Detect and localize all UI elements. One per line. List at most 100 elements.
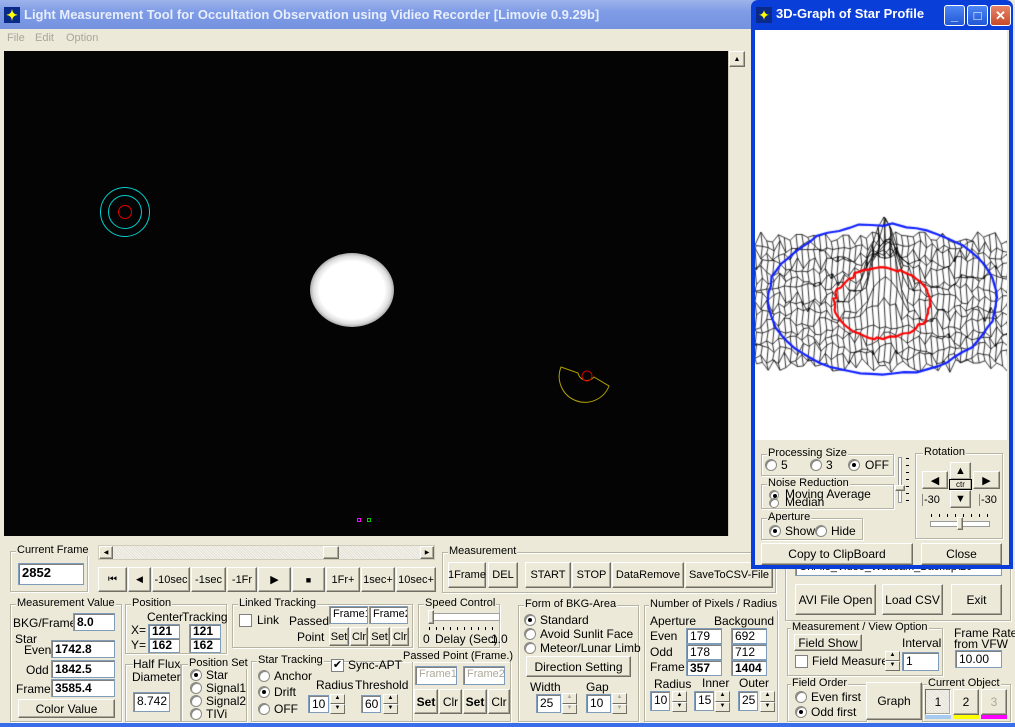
del-button[interactable]: DEL <box>488 562 518 588</box>
linked-clr2-button[interactable]: Clr <box>391 627 409 646</box>
rotate-right-button[interactable]: ▶ <box>973 471 1000 489</box>
bkg-width-input[interactable]: 25 <box>536 694 561 713</box>
aperture-hide-radio[interactable] <box>815 525 827 537</box>
scroll-right-icon[interactable]: ▶ <box>420 546 434 559</box>
bkg-gap-input[interactable]: 10 <box>586 694 611 713</box>
even-first-radio[interactable] <box>795 691 807 703</box>
field-measure-checkbox[interactable] <box>795 655 808 668</box>
bkg-width-spinner[interactable]: ▲ ▼ <box>562 693 577 714</box>
direction-setting-button[interactable]: Direction Setting <box>526 656 631 677</box>
sync-apt-checkbox[interactable]: ✔ <box>331 659 344 672</box>
scroll-left-icon[interactable]: ◀ <box>99 546 113 559</box>
tracking-off-radio[interactable] <box>258 703 270 715</box>
exit-button[interactable]: Exit <box>951 584 1002 615</box>
passed-set2-button[interactable]: Set <box>463 689 487 714</box>
interval-spinner[interactable]: ▲ ▼ <box>885 651 900 671</box>
minimize-icon[interactable]: _ <box>944 5 965 26</box>
link-checkbox[interactable] <box>239 614 252 627</box>
start-button[interactable]: START <box>525 562 571 588</box>
color-value-button[interactable]: Color Value <box>18 699 115 718</box>
object-2-button[interactable]: 2 <box>953 689 979 715</box>
avi-file-open-button[interactable]: AVI File Open <box>795 584 876 615</box>
field-show-button[interactable]: Field Show <box>794 634 862 651</box>
minus-1sec-button[interactable]: -1sec <box>191 567 226 592</box>
graph-close-button[interactable]: Close <box>921 543 1002 565</box>
processing-size-off-radio[interactable] <box>848 459 860 471</box>
minus-1frame-button[interactable]: -1Fr <box>227 567 257 592</box>
tracking-radius-spinner[interactable]: ▲ ▼ <box>330 694 345 714</box>
menu-option[interactable]: Option <box>66 32 98 44</box>
passed-clr1-button[interactable]: Clr <box>439 689 462 714</box>
aperture-radius-input[interactable]: 10 <box>650 691 670 711</box>
plus-10sec-button[interactable]: 10sec+ <box>396 567 436 592</box>
passed-clr2-button[interactable]: Clr <box>488 689 510 714</box>
aperture-radius-spinner[interactable]: ▲ ▼ <box>672 691 687 712</box>
speed-slider-thumb[interactable] <box>428 610 434 624</box>
copy-to-clipboard-button[interactable]: Copy to ClipBoard <box>761 543 913 565</box>
plus-1frame-button[interactable]: 1Fr+ <box>326 567 360 592</box>
load-csv-button[interactable]: Load CSV <box>882 584 943 615</box>
bkg-meteor-radio[interactable] <box>524 642 536 654</box>
play-button[interactable]: ▶ <box>258 567 291 592</box>
frame-slider-thumb[interactable] <box>323 546 339 559</box>
first-frame-button[interactable]: ⏮ <box>98 567 127 592</box>
stop-button[interactable]: ■ <box>292 567 325 592</box>
stop-measure-button[interactable]: STOP <box>572 562 611 588</box>
tracking-threshold-spinner[interactable]: ▲ ▼ <box>383 694 398 714</box>
maximize-icon[interactable]: □ <box>967 5 988 26</box>
tracking-radius-input[interactable]: 10 <box>308 695 329 713</box>
frame-slider-scrollbar[interactable]: ◀ ▶ <box>98 545 435 560</box>
tracking-drift-radio[interactable] <box>258 686 270 698</box>
aperture-show-radio[interactable] <box>769 525 781 537</box>
passed-frame2-input[interactable]: Frame2 <box>463 666 505 685</box>
interval-input[interactable]: 1 <box>902 652 939 671</box>
plus-1sec-button[interactable]: 1sec+ <box>361 567 395 592</box>
linked-set1-button[interactable]: Set <box>329 627 349 646</box>
linked-frame2-input[interactable]: Frame2 <box>369 606 408 624</box>
tracking-threshold-input[interactable]: 60 <box>361 695 381 713</box>
position-set-tivi-radio[interactable] <box>190 708 202 720</box>
median-radio[interactable] <box>769 498 779 508</box>
menu-file[interactable]: File <box>7 32 25 44</box>
passed-frame1-input[interactable]: Frame1 <box>415 666 457 685</box>
rotation-slider-thumb[interactable] <box>957 517 963 530</box>
processing-size-3-radio[interactable] <box>810 459 822 471</box>
rotate-down-button[interactable]: ▼ <box>950 490 971 508</box>
tracking-anchor-radio[interactable] <box>258 670 270 682</box>
bkg-gap-spinner[interactable]: ▲ ▼ <box>612 693 627 714</box>
rotate-up-button[interactable]: ▲ <box>950 462 971 480</box>
rotate-center-button[interactable]: ctr <box>949 479 972 490</box>
video-vertical-scrollbar[interactable]: ▲ <box>728 51 745 536</box>
linked-clr1-button[interactable]: Clr <box>350 627 368 646</box>
position-set-signal1-radio[interactable] <box>190 682 202 694</box>
video-view[interactable] <box>4 51 728 536</box>
data-remove-button[interactable]: DataRemove <box>612 562 684 588</box>
position-set-signal2-radio[interactable] <box>190 695 202 707</box>
object-1-button[interactable]: 1 <box>925 689 951 715</box>
odd-first-radio[interactable] <box>795 706 807 718</box>
minus-10sec-button[interactable]: -10sec <box>152 567 190 592</box>
menu-edit[interactable]: Edit <box>35 32 54 44</box>
object-3-button[interactable]: 3 <box>981 689 1007 715</box>
bkg-avoid-sunlit-radio[interactable] <box>524 628 536 640</box>
rotate-left-button[interactable]: ◀ <box>922 471 948 489</box>
bkg-standard-radio[interactable] <box>524 614 536 626</box>
scroll-up-icon[interactable]: ▲ <box>729 51 745 67</box>
graph-button[interactable]: Graph <box>866 682 922 720</box>
speed-slider-track[interactable] <box>429 613 500 621</box>
1frame-button[interactable]: 1Frame <box>448 562 486 588</box>
vertical-slider-track[interactable] <box>898 457 902 503</box>
current-frame-input[interactable]: 2852 <box>18 563 84 585</box>
position-set-star-radio[interactable] <box>190 669 202 681</box>
outer-radius-spinner[interactable]: ▲ ▼ <box>760 691 775 712</box>
vertical-slider-thumb[interactable] <box>895 485 905 491</box>
linked-set2-button[interactable]: Set <box>369 627 390 646</box>
passed-set1-button[interactable]: Set <box>414 689 438 714</box>
inner-radius-input[interactable]: 15 <box>694 691 714 711</box>
close-icon[interactable]: ✕ <box>990 5 1011 26</box>
processing-size-5-radio[interactable] <box>765 459 777 471</box>
inner-radius-spinner[interactable]: ▲ ▼ <box>715 691 730 712</box>
prev-button[interactable]: ◀ <box>128 567 151 592</box>
linked-frame1-input[interactable]: Frame1 <box>329 606 368 624</box>
outer-radius-input[interactable]: 25 <box>738 691 758 711</box>
